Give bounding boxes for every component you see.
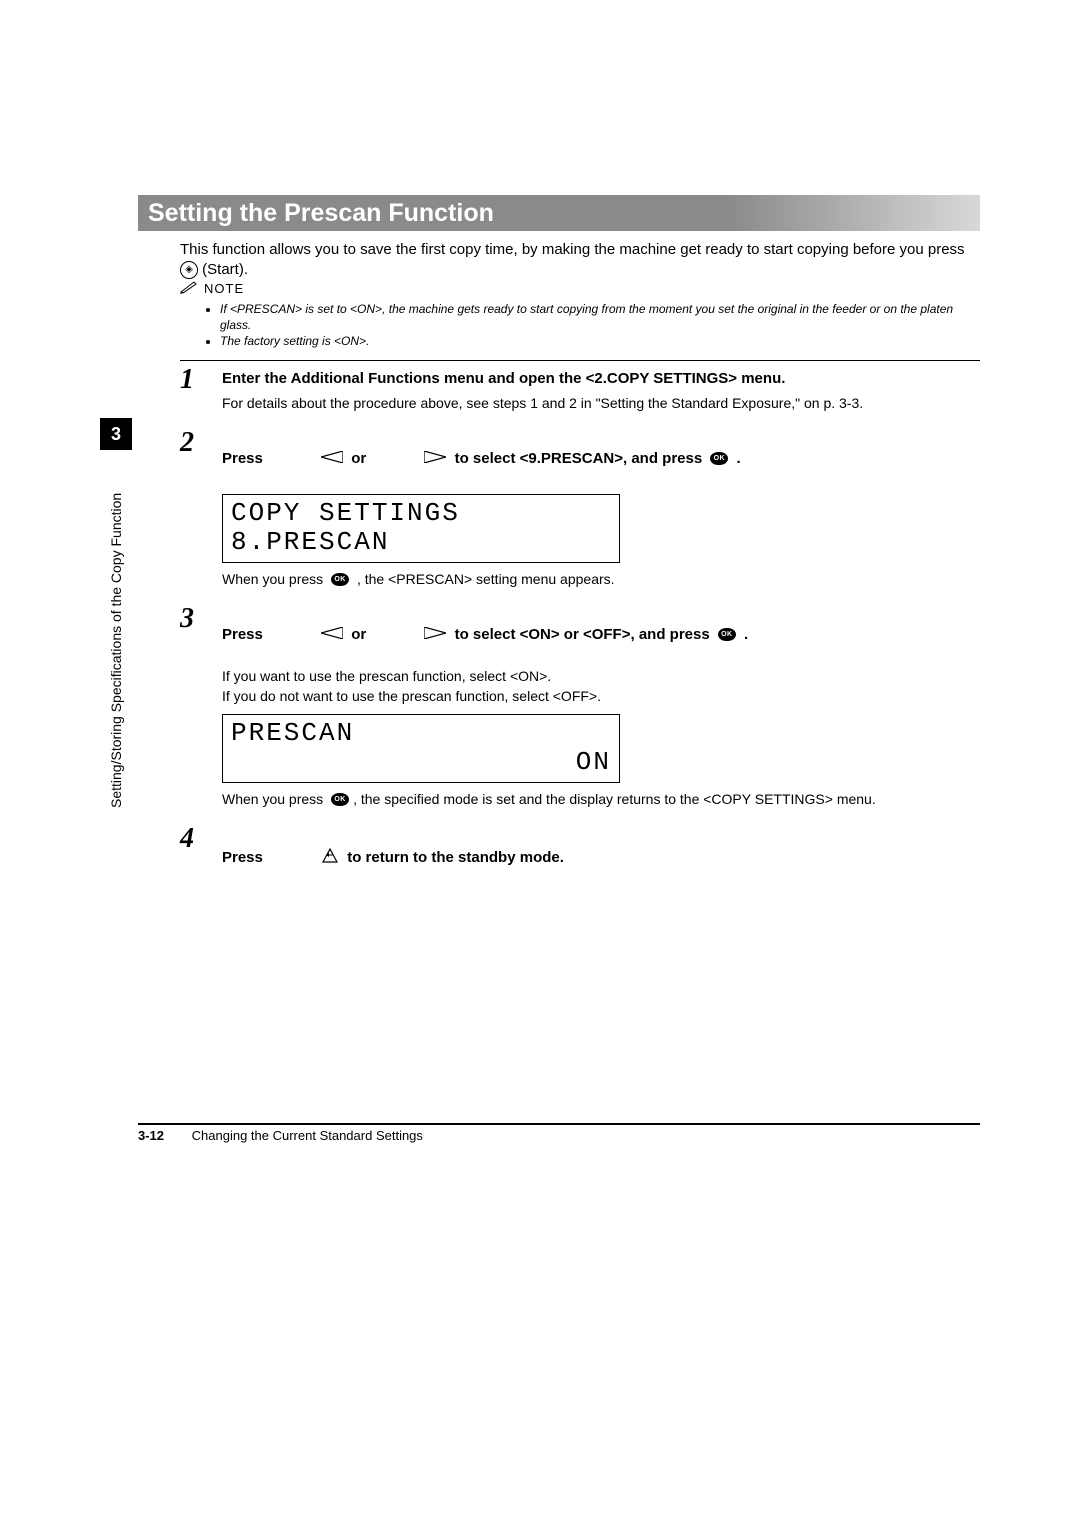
page-footer: 3-12 Changing the Current Standard Setti… <box>138 1128 423 1143</box>
step-2: 2 Press or to select <9.PRESCAN>, and pr… <box>180 429 980 587</box>
step-body: Enter the Additional Functions menu and … <box>222 366 980 411</box>
ok-button-icon: OK <box>710 452 728 465</box>
ok-button-icon: OK <box>331 793 349 806</box>
step-number: 4 <box>180 825 204 885</box>
section-title: Setting the Prescan Function <box>148 199 494 228</box>
step-3: 3 Press or to select <ON> or <OFF>, and … <box>180 605 980 807</box>
note-icon <box>180 280 198 297</box>
start-icon: ◈ <box>180 261 198 279</box>
note-list: If <PRESCAN> is set to <ON>, the machine… <box>206 301 980 350</box>
step-body: Press to return to the standby mode. <box>222 825 980 885</box>
section-title-bar: Setting the Prescan Function <box>138 195 980 231</box>
note-item: If <PRESCAN> is set to <ON>, the machine… <box>220 301 980 333</box>
lcd-display: COPY SETTINGS 8.PRESCAN <box>222 494 620 563</box>
step-title: Press or to select <9.PRESCAN>, and pres… <box>222 433 980 484</box>
step-after-text: When you press OK , the specified mode i… <box>222 791 980 807</box>
step-number: 3 <box>180 605 204 807</box>
left-arrow-icon <box>271 609 343 660</box>
page: Setting the Prescan Function This functi… <box>0 0 1080 1528</box>
step-1: 1 Enter the Additional Functions menu an… <box>180 366 980 411</box>
chapter-tab: 3 <box>100 418 132 450</box>
lcd-line-2: ON <box>231 748 611 777</box>
reset-icon <box>271 829 339 885</box>
note-divider <box>180 360 980 361</box>
left-arrow-icon <box>271 433 343 484</box>
intro-text-post: (Start). <box>202 261 248 278</box>
step-4: 4 Press to return to the standby mode. <box>180 825 980 885</box>
step-title: Enter the Additional Functions menu and … <box>222 370 980 387</box>
lcd-display: PRESCAN ON <box>222 714 620 783</box>
intro-paragraph: This function allows you to save the fir… <box>180 240 980 281</box>
side-running-head: Setting/Storing Specifications of the Co… <box>108 493 124 808</box>
step-body: Press or to select <9.PRESCAN>, and pres… <box>222 429 980 587</box>
step-body: Press or to select <ON> or <OFF>, and pr… <box>222 605 980 807</box>
note-header: NOTE <box>180 280 980 297</box>
page-number: 3-12 <box>138 1128 164 1143</box>
lcd-line-1: PRESCAN <box>231 719 611 748</box>
step-desc: If you want to use the prescan function,… <box>222 668 980 684</box>
step-desc: If you do not want to use the prescan fu… <box>222 688 980 704</box>
step-number: 1 <box>180 366 204 411</box>
ok-button-icon: OK <box>331 573 349 586</box>
step-title: Press or to select <ON> or <OFF>, and pr… <box>222 609 980 660</box>
note-label: NOTE <box>204 281 244 296</box>
footer-divider <box>138 1123 980 1125</box>
intro-text-pre: This function allows you to save the fir… <box>180 241 965 258</box>
lcd-line-2: 8.PRESCAN <box>231 528 611 557</box>
footer-text: Changing the Current Standard Settings <box>192 1128 423 1143</box>
step-after-text: When you press OK , the <PRESCAN> settin… <box>222 571 980 587</box>
steps-list: 1 Enter the Additional Functions menu an… <box>180 366 980 903</box>
lcd-line-1: COPY SETTINGS <box>231 499 611 528</box>
step-number: 2 <box>180 429 204 587</box>
right-arrow-icon <box>374 433 446 484</box>
step-title: Press to return to the standby mode. <box>222 829 980 885</box>
ok-button-icon: OK <box>718 628 736 641</box>
note-item: The factory setting is <ON>. <box>220 333 980 349</box>
step-desc: For details about the procedure above, s… <box>222 395 980 411</box>
right-arrow-icon <box>374 609 446 660</box>
note-block: NOTE If <PRESCAN> is set to <ON>, the ma… <box>180 280 980 369</box>
